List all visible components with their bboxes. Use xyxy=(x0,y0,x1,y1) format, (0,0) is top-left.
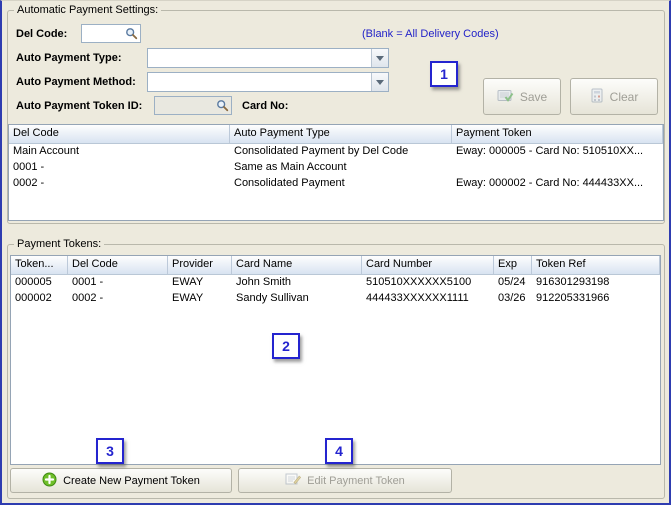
auto-payment-type-label: Auto Payment Type: xyxy=(16,52,122,64)
save-button[interactable]: Save xyxy=(483,78,561,115)
cell-auto-payment-type: Same as Main Account xyxy=(234,161,347,173)
table-row[interactable]: 000002 0002 - EWAY Sandy Sullivan 444433… xyxy=(11,291,660,307)
create-new-payment-token-button[interactable]: Create New Payment Token xyxy=(10,468,232,493)
column-header-del-code[interactable]: Del Code xyxy=(68,256,168,274)
cell-card-name: Sandy Sullivan xyxy=(236,292,309,304)
auto-payment-settings-group-title: Automatic Payment Settings: xyxy=(14,4,162,16)
column-header-token[interactable]: Token... xyxy=(11,256,68,274)
cell-exp: 05/24 xyxy=(498,276,526,288)
cell-card-number: 444433XXXXXX1111 xyxy=(366,292,469,304)
auto-payment-method-select[interactable] xyxy=(147,72,389,92)
cell-del-code: 0002 - xyxy=(72,292,104,304)
payment-tokens-group-title: Payment Tokens: xyxy=(14,238,105,250)
column-header-auto-payment-type[interactable]: Auto Payment Type xyxy=(230,125,452,143)
table-row[interactable]: 000005 0001 - EWAY John Smith 510510XXXX… xyxy=(11,275,660,291)
chevron-down-icon[interactable] xyxy=(371,73,388,91)
callout-4: 4 xyxy=(325,438,353,464)
card-no-label: Card No: xyxy=(242,100,289,112)
edit-payment-token-label: Edit Payment Token xyxy=(307,474,405,487)
blank-note: (Blank = All Delivery Codes) xyxy=(362,28,499,40)
cell-auto-payment-type: Consolidated Payment by Del Code xyxy=(234,145,409,157)
cell-auto-payment-type: Consolidated Payment xyxy=(234,177,345,189)
payment-tokens-table: Token... Del Code Provider Card Name Car… xyxy=(10,255,661,465)
save-button-label: Save xyxy=(519,89,548,104)
clear-icon xyxy=(590,88,604,106)
create-new-payment-token-label: Create New Payment Token xyxy=(63,474,200,487)
cell-provider: EWAY xyxy=(172,276,204,288)
auto-payment-token-id-label: Auto Payment Token ID: xyxy=(16,100,143,112)
chevron-down-icon[interactable] xyxy=(371,49,388,67)
edit-payment-token-button[interactable]: Edit Payment Token xyxy=(238,468,452,493)
auto-payment-settings-table: Del Code Auto Payment Type Payment Token… xyxy=(8,124,664,221)
table-row[interactable]: Main Account Consolidated Payment by Del… xyxy=(9,144,663,160)
cell-del-code: 0001 - xyxy=(72,276,104,288)
auto-payment-method-label: Auto Payment Method: xyxy=(16,76,136,88)
auto-payment-type-select[interactable] xyxy=(147,48,389,68)
cell-payment-token: Eway: 000005 - Card No: 510510XX... xyxy=(456,145,644,157)
cell-del-code: Main Account xyxy=(13,145,80,157)
auto-payment-type-value xyxy=(148,49,371,67)
table-header-row: Del Code Auto Payment Type Payment Token xyxy=(9,125,663,144)
table-row[interactable]: 0002 - Consolidated Payment Eway: 000002… xyxy=(9,176,663,192)
del-code-input[interactable] xyxy=(82,26,125,41)
cell-payment-token xyxy=(452,160,663,176)
add-icon xyxy=(42,472,57,490)
del-code-label: Del Code: xyxy=(16,28,68,40)
cell-card-number: 510510XXXXXX5100 xyxy=(366,276,472,288)
table-row[interactable]: 0001 - Same as Main Account xyxy=(9,160,663,176)
column-header-payment-token[interactable]: Payment Token xyxy=(452,125,663,143)
clear-button[interactable]: Clear xyxy=(570,78,658,115)
cell-token: 000002 xyxy=(15,292,52,304)
cell-token: 000005 xyxy=(15,276,52,288)
save-icon xyxy=(497,88,514,106)
cell-del-code: 0002 - xyxy=(13,177,45,189)
automatic-payment-settings-window: Automatic Payment Settings: Del Code: (B… xyxy=(0,0,671,505)
cell-del-code: 0001 - xyxy=(13,161,45,173)
del-code-field[interactable] xyxy=(81,24,141,43)
callout-2: 2 xyxy=(272,333,300,359)
cell-payment-token: Eway: 000002 - Card No: 444433XX... xyxy=(456,177,644,189)
cell-token-ref: 916301293198 xyxy=(536,276,610,288)
callout-3: 3 xyxy=(96,438,124,464)
auto-payment-method-value xyxy=(148,73,371,91)
cell-token-ref: 912205331966 xyxy=(536,292,610,304)
column-header-exp[interactable]: Exp xyxy=(494,256,532,274)
column-header-provider[interactable]: Provider xyxy=(168,256,232,274)
column-header-del-code[interactable]: Del Code xyxy=(9,125,230,143)
table-header-row: Token... Del Code Provider Card Name Car… xyxy=(11,256,660,275)
token-id-lookup-icon[interactable] xyxy=(216,99,229,112)
auto-payment-token-id-input[interactable] xyxy=(155,98,216,113)
column-header-card-number[interactable]: Card Number xyxy=(362,256,494,274)
cell-provider: EWAY xyxy=(172,292,204,304)
auto-payment-token-id-field[interactable] xyxy=(154,96,232,115)
clear-button-label: Clear xyxy=(609,89,639,104)
edit-icon xyxy=(285,472,302,489)
column-header-card-name[interactable]: Card Name xyxy=(232,256,362,274)
callout-1: 1 xyxy=(430,61,458,87)
cell-exp: 03/26 xyxy=(498,292,526,304)
del-code-lookup-icon[interactable] xyxy=(125,27,138,40)
cell-card-name: John Smith xyxy=(236,276,292,288)
column-header-token-ref[interactable]: Token Ref xyxy=(532,256,660,274)
